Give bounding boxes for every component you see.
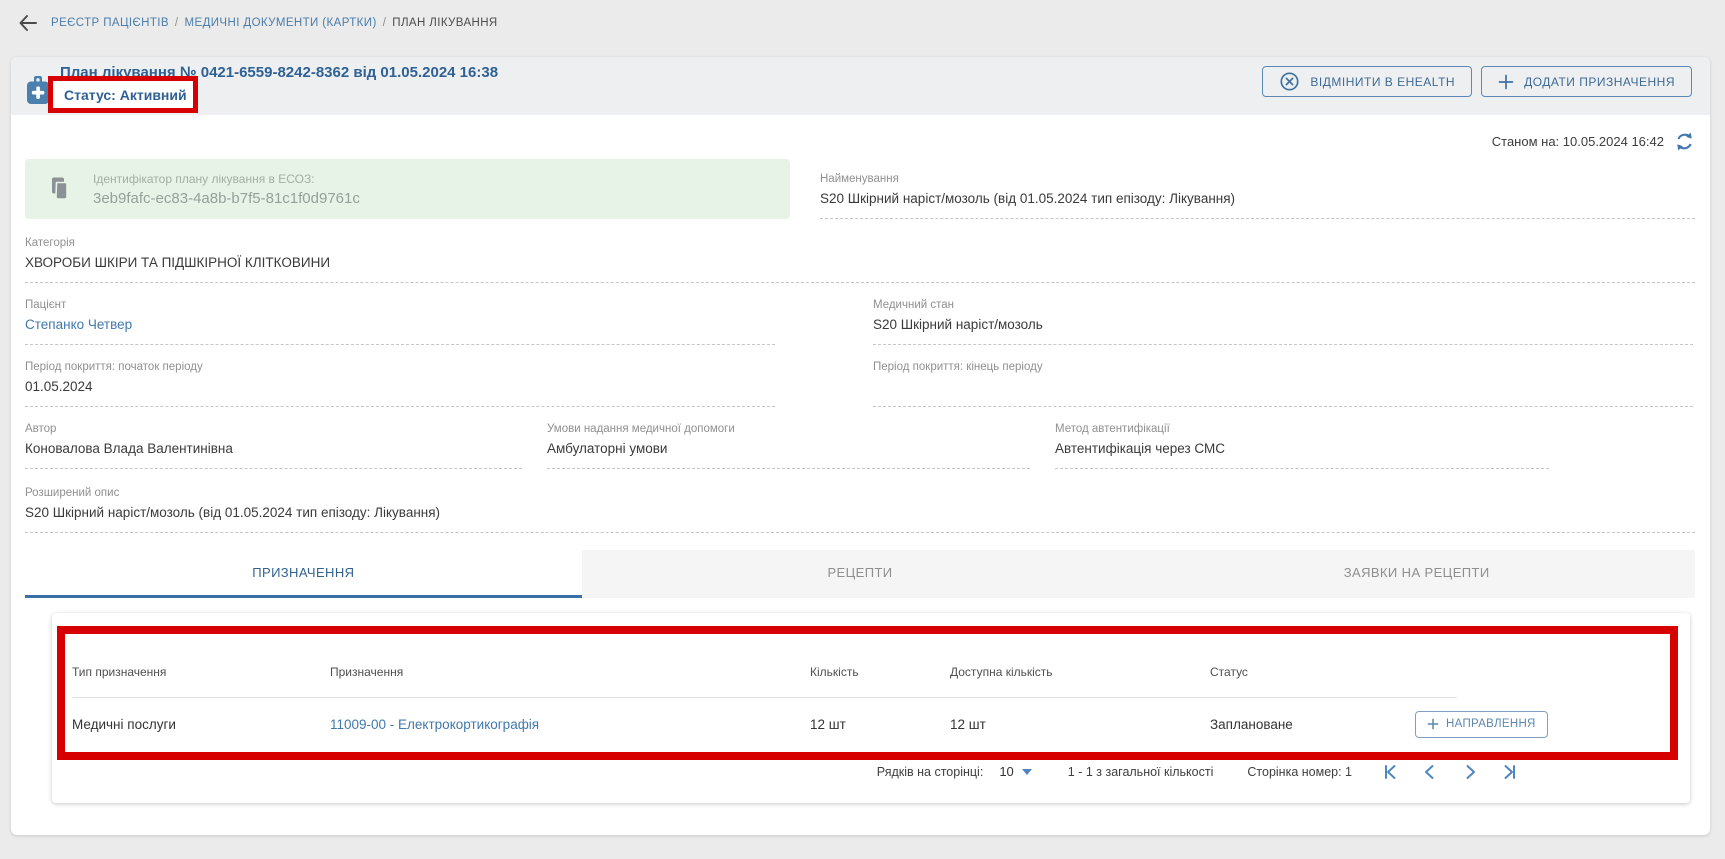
table-header-row: Тип призначення Призначення Кількість До… [52,613,1690,697]
field-period-start: Період покриття: початок періоду 01.05.2… [25,361,775,407]
ecoz-identifier-label: Ідентифікатор плану лікування в ЕСОЗ: [93,172,360,186]
pagination-range: 1 - 1 з загальної кількості [1068,765,1214,779]
rows-per-page-value: 10 [999,764,1013,779]
cancel-in-ehealth-button[interactable]: ВІДМІНИТИ В EHEALTH [1262,66,1472,97]
breadcrumb-treatment-plan: ПЛАН ЛІКУВАННЯ [392,17,497,29]
ecoz-identifier-box: Ідентифікатор плану лікування в ЕСОЗ: 3e… [25,159,790,219]
field-period-start-label: Період покриття: початок періоду [25,361,775,373]
next-page-icon[interactable] [1460,762,1480,782]
treatment-plan-card: План лікування № 0421-6559-8242-8362 від… [11,57,1710,835]
cancel-button-label: ВІДМІНИТИ В EHEALTH [1310,75,1455,89]
rows-per-page-label: Рядків на сторінці: [877,765,984,779]
last-page-icon[interactable] [1500,762,1520,782]
copy-icon[interactable] [50,177,70,201]
cell-quantity: 12 шт [810,717,950,732]
pagination-bar: Рядків на сторінці: 10 1 - 1 з загальної… [52,750,1690,793]
row-author-conditions-auth: Автор Коновалова Влада Валентинівна Умов… [25,423,1695,469]
as-of-value: 10.05.2024 16:42 [1563,134,1664,149]
field-name: Найменування S20 Шкірний наріст/мозоль (… [820,173,1695,219]
field-care-conditions: Умови надання медичної допомоги Амбулато… [547,423,1030,469]
breadcrumb-separator: / [175,17,179,29]
field-period-start-value: 01.05.2024 [25,379,775,396]
breadcrumb-patients-registry[interactable]: РЕЄСТР ПАЦІЄНТІВ [51,17,169,29]
field-auth-method-label: Метод автентифікації [1055,423,1549,435]
cell-type: Медичні послуги [72,717,330,732]
referral-button[interactable]: НАПРАВЛЕННЯ [1415,711,1548,738]
row-category: Категорія ХВОРОБИ ШКІРИ ТА ПІДШКІРНОЇ КЛ… [25,237,1695,283]
rows-per-page-select[interactable]: 10 [999,764,1031,779]
caret-down-icon [1022,769,1032,775]
pagination-controls [1380,762,1520,782]
tab-assignments[interactable]: ПРИЗНАЧЕННЯ [25,550,582,598]
cancel-circle-icon [1279,71,1300,92]
field-category: Категорія ХВОРОБИ ШКІРИ ТА ПІДШКІРНОЇ КЛ… [25,237,1695,283]
assignments-table-card: Тип призначення Призначення Кількість До… [52,613,1690,803]
page: { "colors": { "accent_blue": "#3a70a8", … [0,0,1725,859]
refresh-icon[interactable] [1674,131,1695,152]
row-description: Розширений опис S20 Шкірний наріст/мозол… [25,487,1695,533]
field-category-value: ХВОРОБИ ШКІРИ ТА ПІДШКІРНОЇ КЛІТКОВИНИ [25,255,1695,272]
previous-page-icon[interactable] [1420,762,1440,782]
card-content: Станом на: 10.05.2024 16:42 [11,115,1710,803]
field-description: Розширений опис S20 Шкірний наріст/мозол… [25,487,1695,533]
field-period-end: Період покриття: кінець періоду [873,361,1693,407]
status-badge: Статус: Активний [64,87,187,103]
column-header-available: Доступна кількість [950,665,1210,679]
field-description-label: Розширений опис [25,487,1695,499]
field-description-value: S20 Шкірний наріст/мозоль (від 01.05.202… [25,505,1695,522]
breadcrumb: РЕЄСТР ПАЦІЄНТІВ / МЕДИЧНІ ДОКУМЕНТИ (КА… [51,17,498,29]
as-of-label: Станом на: 10.05.2024 16:42 [1492,134,1664,149]
field-author: Автор Коновалова Влада Валентинівна [25,423,522,469]
field-patient: Пацієнт Степанко Четвер [25,299,775,345]
cell-available: 12 шт [950,717,1210,732]
assignment-link[interactable]: 11009-00 - Електрокортикографія [330,717,539,732]
cell-status: Заплановане [1210,717,1415,732]
breadcrumb-separator: / [383,17,387,29]
as-of-row: Станом на: 10.05.2024 16:42 [25,115,1695,155]
column-header-quantity: Кількість [810,665,950,679]
tab-prescriptions[interactable]: РЕЦЕПТИ [582,550,1139,598]
field-name-label: Найменування [820,173,1695,185]
plus-icon [1498,74,1514,90]
plus-icon [1427,718,1439,730]
breadcrumb-medical-documents[interactable]: МЕДИЧНІ ДОКУМЕНТИ (КАРТКИ) [185,17,377,29]
field-condition-label: Медичний стан [873,299,1693,311]
row-identifier-name: Ідентифікатор плану лікування в ЕСОЗ: 3e… [25,159,1695,219]
field-period-end-label: Період покриття: кінець періоду [873,361,1693,373]
patient-link[interactable]: Степанко Четвер [25,317,132,332]
back-arrow-icon[interactable] [15,10,41,36]
tab-prescription-requests[interactable]: ЗАЯВКИ НА РЕЦЕПТИ [1138,550,1695,598]
field-author-label: Автор [25,423,522,435]
table-row: Медичні послуги 11009-00 - Електрокортик… [52,698,1690,750]
column-header-status: Статус [1210,665,1415,679]
tab-bar: ПРИЗНАЧЕННЯ РЕЦЕПТИ ЗАЯВКИ НА РЕЦЕПТИ [25,550,1695,598]
row-patient-condition: Пацієнт Степанко Четвер Медичний стан S2… [25,299,1695,345]
medical-kit-icon [26,75,50,110]
field-patient-label: Пацієнт [25,299,775,311]
row-coverage-period: Період покриття: початок періоду 01.05.2… [25,361,1695,407]
field-care-conditions-value: Амбулаторні умови [547,441,1030,458]
ecoz-identifier: Ідентифікатор плану лікування в ЕСОЗ: 3e… [93,172,360,207]
first-page-icon[interactable] [1380,762,1400,782]
ecoz-identifier-value: 3eb9fafc-ec83-4a8b-b7f5-81c1f0d9761c [93,190,360,207]
card-header: План лікування № 0421-6559-8242-8362 від… [11,57,1710,115]
field-auth-method-value: Автентифікація через СМС [1055,441,1549,458]
add-button-label: ДОДАТИ ПРИЗНАЧЕННЯ [1524,75,1675,89]
pagination-page-number: Сторінка номер: 1 [1247,765,1352,779]
field-condition-value: S20 Шкірний наріст/мозоль [873,317,1693,334]
field-category-label: Категорія [25,237,1695,249]
add-assignment-button[interactable]: ДОДАТИ ПРИЗНАЧЕННЯ [1481,66,1692,97]
breadcrumb-bar: РЕЄСТР ПАЦІЄНТІВ / МЕДИЧНІ ДОКУМЕНТИ (КА… [0,0,1725,45]
field-name-value: S20 Шкірний наріст/мозоль (від 01.05.202… [820,191,1695,208]
referral-button-label: НАПРАВЛЕННЯ [1446,718,1536,730]
field-author-value: Коновалова Влада Валентинівна [25,441,522,458]
column-header-assignment: Призначення [330,665,810,679]
field-period-end-value [873,379,1693,396]
field-auth-method: Метод автентифікації Автентифікація чере… [1055,423,1549,469]
column-header-type: Тип призначення [72,665,330,679]
header-buttons: ВІДМІНИТИ В EHEALTH ДОДАТИ ПРИЗНАЧЕННЯ [1262,66,1692,97]
field-condition: Медичний стан S20 Шкірний наріст/мозоль [873,299,1693,345]
field-care-conditions-label: Умови надання медичної допомоги [547,423,1030,435]
annotation-box-status: Статус: Активний [48,76,198,113]
